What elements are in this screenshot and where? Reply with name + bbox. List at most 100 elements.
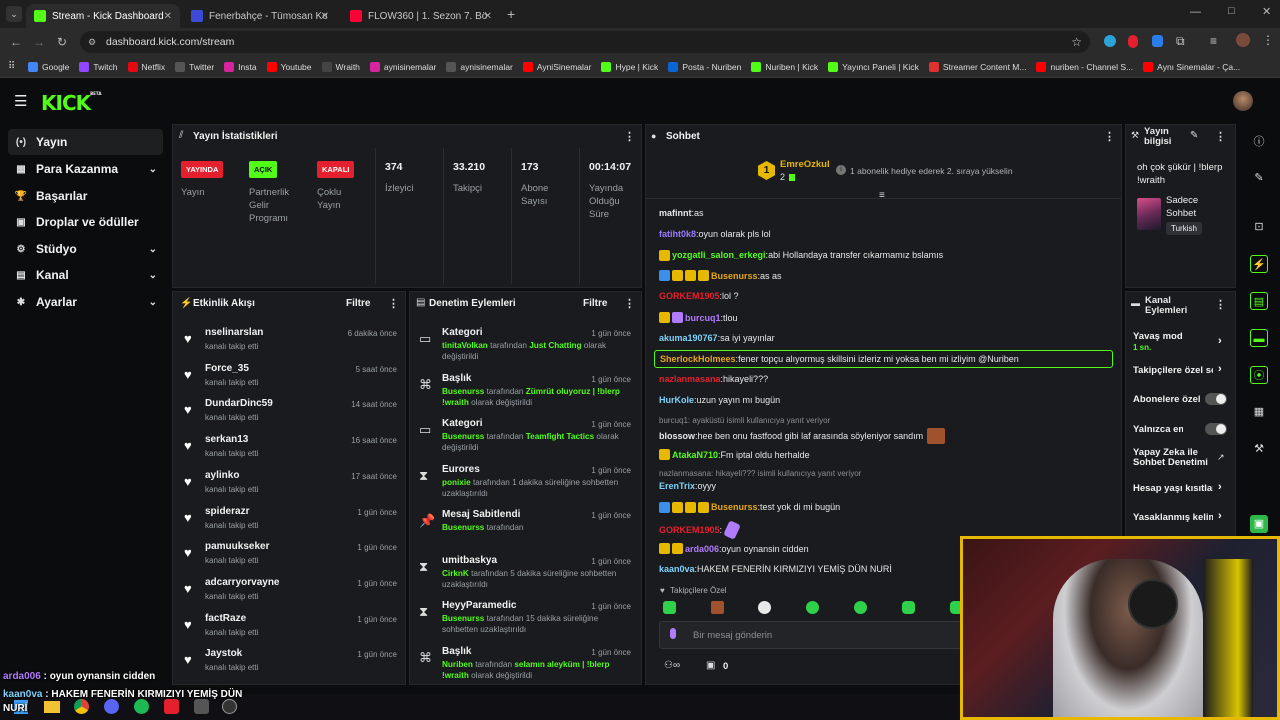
- bookmark[interactable]: aynisinemalar: [369, 61, 436, 72]
- moderation-item[interactable]: 📌 Mesaj Sabitlendi 1 gün önce Busenurss tar…: [412, 509, 637, 553]
- tool-icon[interactable]: ⚒: [1250, 440, 1268, 458]
- app-icon[interactable]: [164, 699, 179, 714]
- activity-item[interactable]: ♥ spiderazr kanalı takip etti 1 gün önce: [175, 506, 405, 542]
- activity-user[interactable]: factRaze: [205, 613, 246, 624]
- category-name[interactable]: Sadece Sohbet: [1166, 194, 1210, 220]
- activity-item[interactable]: ♥ Jaystok kanalı takip etti 1 gün önce: [175, 648, 405, 684]
- chat-message[interactable]: mafinnt: as: [659, 208, 1129, 218]
- gift-leader-name[interactable]: EmreOzkul: [780, 159, 830, 170]
- profile-avatar[interactable]: [1236, 33, 1250, 47]
- sidebar-item-droplar[interactable]: ▣ Droplar ve ödüller: [8, 209, 163, 235]
- emote-button[interactable]: [711, 601, 724, 614]
- bookmark[interactable]: Twitch: [79, 61, 118, 72]
- kick-logo[interactable]: KICKBETA: [41, 91, 101, 115]
- activity-item[interactable]: ♥ adcarryorvayne kanalı takip etti 1 gün ön…: [175, 577, 405, 613]
- sidebar-item-basarilar[interactable]: 🏆 Başarılar: [8, 183, 163, 209]
- moderator-name[interactable]: ponixie: [442, 478, 471, 487]
- chrome-icon[interactable]: [74, 699, 89, 714]
- user-avatar[interactable]: [1233, 91, 1253, 111]
- pinned-toggle-icon[interactable]: ≡: [879, 190, 885, 201]
- bookmark[interactable]: Wraith: [321, 61, 360, 72]
- browser-menu-icon[interactable]: ⋮: [1262, 33, 1274, 47]
- bookmark[interactable]: AyniSinemalar: [522, 61, 591, 72]
- activity-user[interactable]: serkan13: [205, 434, 248, 445]
- chat-icon[interactable]: ▬: [1250, 329, 1268, 347]
- chat-username[interactable]: burcuq1: [685, 313, 721, 323]
- bookmark[interactable]: Streamer Content M...: [928, 61, 1026, 72]
- subscribers-only-toggle[interactable]: [1205, 393, 1227, 405]
- bookmark[interactable]: Insta: [224, 61, 257, 72]
- chat-message[interactable]: fatiht0k8: oyun olarak pls lol: [659, 229, 1129, 239]
- activity-item[interactable]: ♥ DundarDinc59 kanalı takip etti 14 saat ön…: [175, 398, 405, 434]
- emote-button[interactable]: [758, 601, 771, 614]
- account-age-label[interactable]: Hesap yaşı kısıtlaması: [1133, 483, 1213, 494]
- puzzle-icon[interactable]: ▣: [1250, 515, 1268, 533]
- app-icon[interactable]: [222, 699, 237, 714]
- emote-button[interactable]: [854, 601, 867, 614]
- emote-button[interactable]: [663, 601, 676, 614]
- activity-item[interactable]: ♥ serkan13 kanalı takip etti 16 saat önce: [175, 434, 405, 470]
- bookmark[interactable]: Yayıncı Paneli | Kick: [828, 61, 919, 72]
- edit-icon[interactable]: ✎: [1250, 169, 1268, 187]
- activity-filter-button[interactable]: Filtre: [346, 298, 370, 309]
- activity-item[interactable]: ♥ pamuukseker kanalı takip etti 1 gün önce: [175, 541, 405, 577]
- chat-username[interactable]: akuma190767: [659, 333, 718, 343]
- chat-username[interactable]: Busenurss: [711, 271, 758, 281]
- moderator-name[interactable]: Busenurss: [442, 432, 484, 441]
- browser-tab-flow360[interactable]: FLOW360 | 1. Sezon 7. Bölüm | ✕: [342, 4, 500, 28]
- broadcast-icon[interactable]: ⦿: [1250, 366, 1268, 384]
- bookmark[interactable]: aynisinemalar: [446, 61, 513, 72]
- back-icon[interactable]: ←: [10, 35, 22, 49]
- edit-pencil-icon[interactable]: ✎: [1190, 130, 1198, 141]
- chat-username[interactable]: ErenTrix: [659, 481, 695, 491]
- chat-username[interactable]: AtakaN710: [672, 450, 718, 460]
- chat-message[interactable]: HurKole: uzun yayın mı bugün: [659, 395, 1129, 405]
- bookmark[interactable]: Youtube: [266, 61, 312, 72]
- mic-icon[interactable]: [670, 628, 676, 639]
- moderation-item[interactable]: ⌘ Başlık 1 gün önce Nuriben tarafından sela…: [412, 646, 637, 690]
- close-icon[interactable]: ✕: [164, 11, 172, 22]
- extension-icon[interactable]: [1104, 35, 1116, 47]
- chevron-right-icon[interactable]: ›: [1218, 363, 1222, 375]
- spotify-icon[interactable]: [134, 699, 149, 714]
- clipboard-icon[interactable]: ▤: [1250, 292, 1268, 310]
- sidebar-item-kanal[interactable]: ▤ Kanal ⌄: [8, 262, 163, 288]
- activity-item[interactable]: ♥ aylinko kanalı takip etti 17 saat önce: [175, 470, 405, 506]
- chat-message[interactable]: akuma190767: sa iyi yayınlar: [659, 333, 1129, 343]
- emote-button[interactable]: [806, 601, 819, 614]
- chat-username[interactable]: nazlanmasana: [659, 374, 721, 384]
- emote-button[interactable]: [902, 601, 915, 614]
- chat-message[interactable]: nazlanmasana: hikayeli???: [659, 374, 1129, 384]
- chest-icon[interactable]: ▣: [706, 660, 715, 671]
- activity-user[interactable]: Jaystok: [205, 648, 242, 659]
- bookmark[interactable]: Twitter: [175, 61, 214, 72]
- bookmark-star-icon[interactable]: ☆: [1071, 31, 1082, 53]
- chat-message[interactable]: ErenTrix: oyyy: [659, 481, 1129, 491]
- chat-message[interactable]: AtakaN710: Fm iptal oldu herhalde: [659, 449, 1129, 460]
- sidebar-item-ayarlar[interactable]: ✱ Ayarlar ⌄: [8, 289, 163, 315]
- browser-tab-fenerbahce[interactable]: Fenerbahçe - Tümosan Konyaspo ✕: [183, 4, 337, 28]
- external-link-icon[interactable]: ↗: [1217, 452, 1225, 463]
- chat-menu-icon[interactable]: ⋮: [1104, 130, 1115, 143]
- bookmark[interactable]: nuriben - Channel S...: [1036, 61, 1133, 72]
- moderation-item[interactable]: ⌘ Başlık 1 gün önce Busenurss tarafından Zü…: [412, 373, 637, 417]
- chat-username[interactable]: Busenurss: [711, 502, 758, 512]
- chat-username[interactable]: HurKole: [659, 395, 694, 405]
- moderator-name[interactable]: Busenurss: [442, 387, 484, 396]
- banned-words-label[interactable]: Yasaklanmış kelimeler: [1133, 512, 1213, 523]
- extension-icon[interactable]: [1128, 35, 1138, 48]
- tab-search-icon[interactable]: ⌄: [6, 6, 22, 22]
- followers-only-action-label[interactable]: Takipçilere özel sohbet: [1133, 365, 1213, 376]
- chat-username[interactable]: yozgatli_salon_erkegi: [672, 250, 766, 260]
- chat-users-icon[interactable]: ⚇∞: [664, 660, 680, 671]
- chat-message[interactable]: burcuq1: tlou: [659, 312, 1129, 323]
- chat-username[interactable]: blossow: [659, 431, 695, 441]
- forward-icon[interactable]: →: [33, 35, 45, 49]
- new-tab-icon[interactable]: +: [507, 6, 515, 22]
- activity-user[interactable]: Force_35: [205, 363, 249, 374]
- hamburger-menu-icon[interactable]: ☰: [14, 92, 27, 110]
- moderator-name[interactable]: CirknK: [442, 569, 469, 578]
- bookmark[interactable]: Hype | Kick: [601, 61, 658, 72]
- activity-user[interactable]: nselinarslan: [205, 327, 263, 338]
- chat-username[interactable]: arda006: [685, 544, 719, 554]
